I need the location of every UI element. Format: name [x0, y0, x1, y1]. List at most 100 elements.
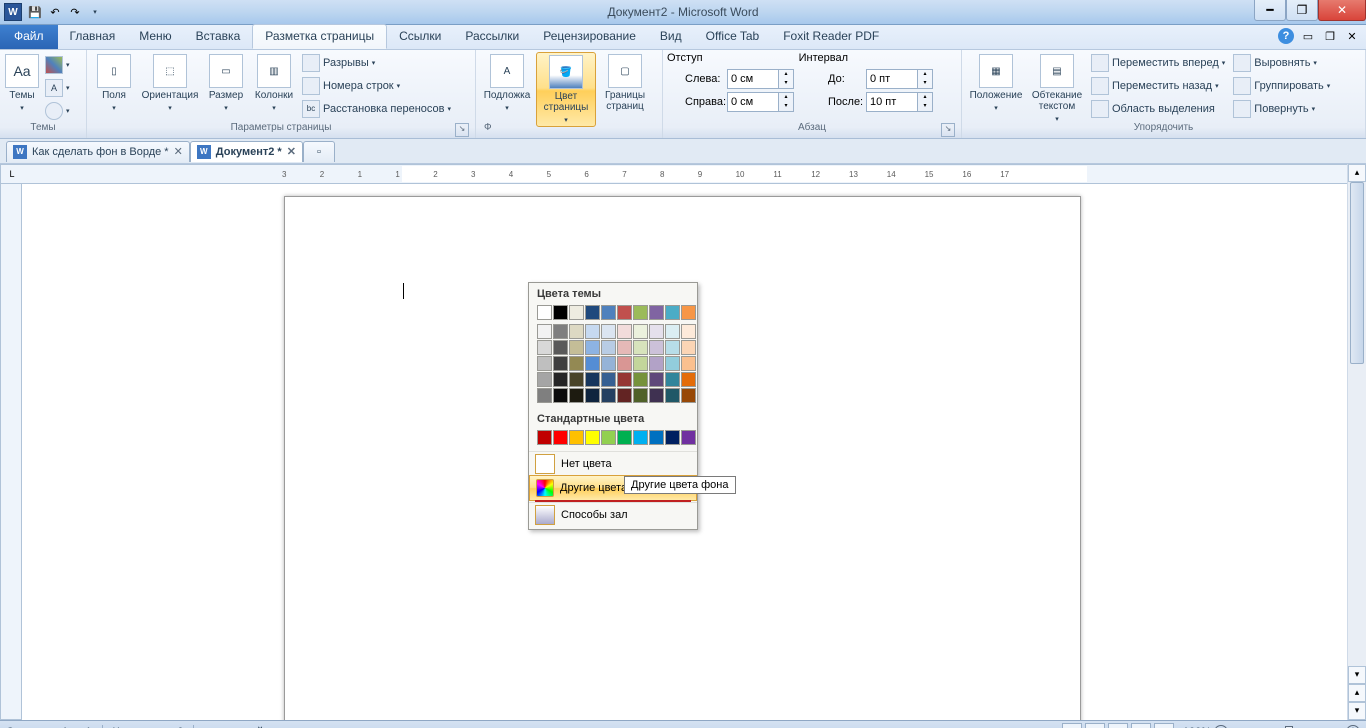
draft-view-icon[interactable] [1154, 723, 1174, 728]
no-color-item[interactable]: Нет цвета [529, 451, 697, 476]
color-swatch[interactable] [569, 388, 584, 403]
page-borders-button[interactable]: ▢Границы страниц [598, 52, 652, 112]
line-numbers-button[interactable]: Номера строк▾ [299, 75, 454, 97]
color-swatch[interactable] [537, 340, 552, 355]
color-swatch[interactable] [569, 430, 584, 445]
minimize-button[interactable]: ━ [1254, 0, 1286, 21]
color-swatch[interactable] [569, 372, 584, 387]
send-backward-button[interactable]: Переместить назад▾ [1088, 75, 1228, 97]
color-swatch[interactable] [601, 430, 616, 445]
hyphenation-button[interactable]: bcРасстановка переносов▾ [299, 98, 454, 120]
color-swatch[interactable] [665, 324, 680, 339]
tab-references[interactable]: Ссылки [387, 25, 453, 49]
outline-view-icon[interactable] [1131, 723, 1151, 728]
mdi-close-icon[interactable]: ✕ [1344, 28, 1360, 44]
scroll-thumb[interactable] [1350, 182, 1364, 364]
theme-fonts-button[interactable]: A▾ [42, 77, 73, 99]
color-swatch[interactable] [553, 305, 568, 320]
color-swatch[interactable] [585, 430, 600, 445]
page-color-button[interactable]: 🪣Цвет страницы▾ [536, 52, 596, 127]
position-button[interactable]: ▦Положение▾ [966, 52, 1026, 114]
color-swatch[interactable] [537, 356, 552, 371]
color-swatch[interactable] [601, 388, 616, 403]
tab-review[interactable]: Рецензирование [531, 25, 648, 49]
close-button[interactable]: ✕ [1318, 0, 1366, 21]
next-page-icon[interactable]: ▾ [1348, 702, 1366, 720]
color-swatch[interactable] [617, 430, 632, 445]
breaks-button[interactable]: Разрывы▾ [299, 52, 454, 74]
color-swatch[interactable] [601, 324, 616, 339]
color-swatch[interactable] [665, 372, 680, 387]
color-swatch[interactable] [585, 340, 600, 355]
color-swatch[interactable] [649, 340, 664, 355]
color-swatch[interactable] [681, 305, 696, 320]
color-swatch[interactable] [665, 305, 680, 320]
horizontal-ruler[interactable]: 3211234567891011121314151617 [22, 164, 1348, 184]
color-swatch[interactable] [553, 324, 568, 339]
print-layout-view-icon[interactable] [1062, 723, 1082, 728]
color-swatch[interactable] [569, 305, 584, 320]
color-swatch[interactable] [553, 430, 568, 445]
color-swatch[interactable] [569, 340, 584, 355]
color-swatch[interactable] [585, 324, 600, 339]
color-swatch[interactable] [649, 305, 664, 320]
tab-home[interactable]: Главная [58, 25, 128, 49]
color-swatch[interactable] [633, 388, 648, 403]
color-swatch[interactable] [633, 430, 648, 445]
color-swatch[interactable] [649, 388, 664, 403]
tab-office-tab[interactable]: Office Tab [694, 25, 772, 49]
color-swatch[interactable] [681, 340, 696, 355]
spacing-after-input[interactable]: ▴▾ [866, 92, 933, 112]
color-swatch[interactable] [569, 324, 584, 339]
color-swatch[interactable] [585, 305, 600, 320]
color-swatch[interactable] [617, 388, 632, 403]
color-swatch[interactable] [649, 324, 664, 339]
color-swatch[interactable] [617, 356, 632, 371]
color-swatch[interactable] [681, 324, 696, 339]
color-swatch[interactable] [553, 372, 568, 387]
vertical-ruler[interactable] [0, 184, 22, 720]
color-swatch[interactable] [633, 372, 648, 387]
paragraph-dialog-launcher[interactable]: ↘ [941, 123, 955, 137]
wrap-text-button[interactable]: ▤Обтекание текстом▾ [1028, 52, 1086, 125]
themes-button[interactable]: Aa Темы▾ [4, 52, 40, 114]
color-swatch[interactable] [633, 340, 648, 355]
tab-page-layout[interactable]: Разметка страницы [252, 24, 387, 49]
web-layout-view-icon[interactable] [1108, 723, 1128, 728]
tab-mailings[interactable]: Рассылки [453, 25, 531, 49]
color-swatch[interactable] [649, 356, 664, 371]
scroll-down-icon[interactable]: ▾ [1348, 666, 1366, 684]
new-tab-button[interactable]: ▫ [303, 141, 335, 162]
close-tab-icon[interactable]: ✕ [174, 145, 183, 158]
color-swatch[interactable] [585, 372, 600, 387]
color-swatch[interactable] [665, 340, 680, 355]
group-button[interactable]: Группировать▾ [1230, 75, 1333, 97]
full-screen-view-icon[interactable] [1085, 723, 1105, 728]
theme-effects-button[interactable]: ▾ [42, 100, 73, 122]
color-swatch[interactable] [633, 305, 648, 320]
file-tab[interactable]: Файл [0, 25, 58, 49]
doc-tab-1[interactable]: WКак сделать фон в Ворде *✕ [6, 141, 190, 162]
color-swatch[interactable] [617, 324, 632, 339]
indent-right-input[interactable]: ▴▾ [727, 92, 794, 112]
color-swatch[interactable] [585, 388, 600, 403]
rotate-button[interactable]: Повернуть▾ [1230, 98, 1333, 120]
vertical-scrollbar[interactable]: ▴ ▾ ▴ ▾ [1347, 164, 1366, 720]
color-swatch[interactable] [649, 430, 664, 445]
prev-page-icon[interactable]: ▴ [1348, 684, 1366, 702]
tab-menu[interactable]: Меню [127, 25, 183, 49]
tab-foxit[interactable]: Foxit Reader PDF [771, 25, 891, 49]
color-swatch[interactable] [601, 372, 616, 387]
selection-pane-button[interactable]: Область выделения [1088, 98, 1228, 120]
color-swatch[interactable] [553, 388, 568, 403]
size-button[interactable]: ▭Размер▾ [203, 52, 249, 114]
color-swatch[interactable] [601, 305, 616, 320]
watermark-button[interactable]: AПодложка▾ [480, 52, 534, 114]
tab-insert[interactable]: Вставка [184, 25, 253, 49]
color-swatch[interactable] [617, 372, 632, 387]
minimize-ribbon-icon[interactable]: ▭ [1300, 28, 1316, 44]
theme-colors-button[interactable]: ▾ [42, 54, 73, 76]
color-swatch[interactable] [537, 388, 552, 403]
color-swatch[interactable] [617, 305, 632, 320]
help-icon[interactable]: ? [1278, 28, 1294, 44]
